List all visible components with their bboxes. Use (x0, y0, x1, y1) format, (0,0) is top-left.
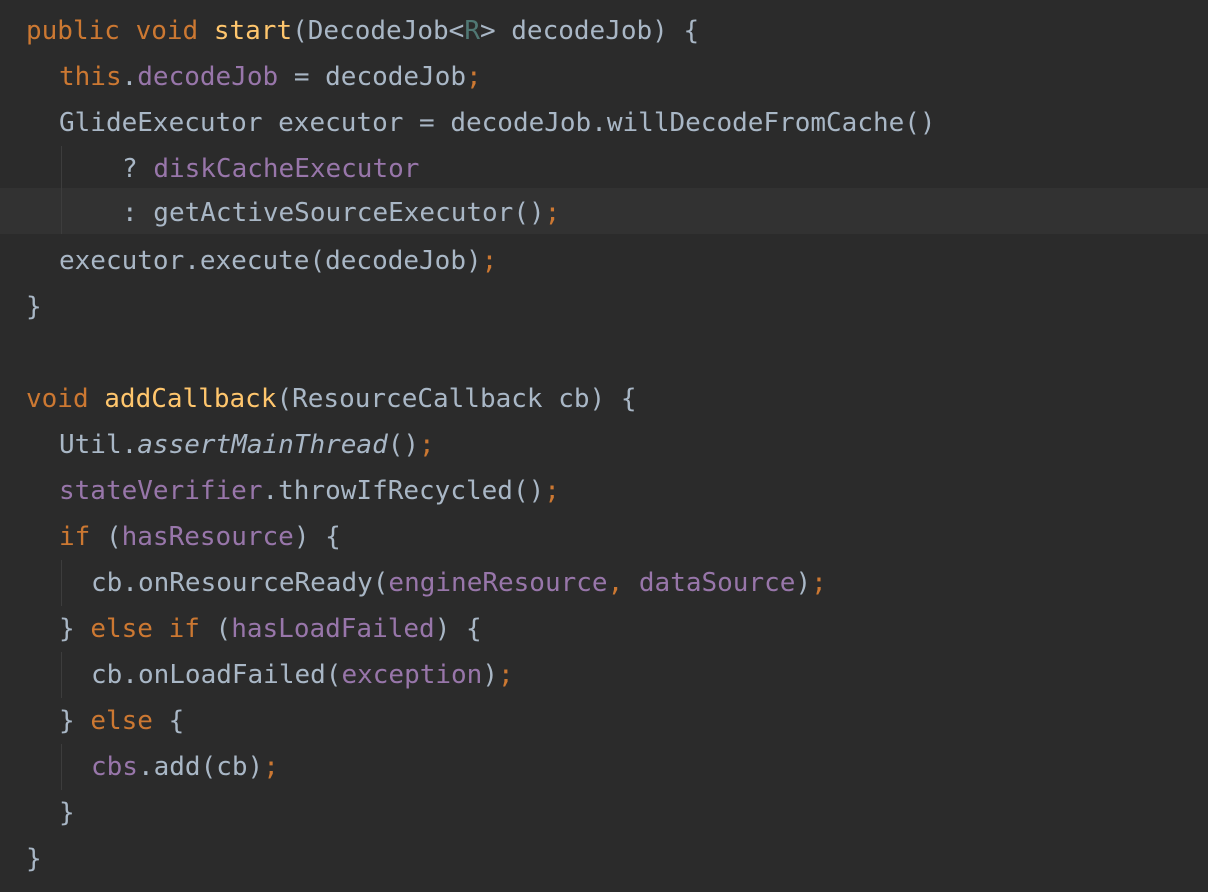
code-text: } (59, 798, 75, 828)
code-text: } else { (59, 706, 185, 736)
code-text: Util.assertMainThread(); (59, 430, 435, 460)
indent-guide (61, 146, 62, 192)
code-text: stateVerifier.throwIfRecycled(); (59, 476, 560, 506)
code-text: ? diskCacheExecutor (122, 154, 420, 184)
current-line-highlight: : getActiveSourceExecutor(); (0, 188, 1208, 234)
code-text: cbs.add(cb); (91, 752, 279, 782)
code-text: } (26, 844, 42, 874)
indent-guide (61, 560, 62, 606)
code-editor[interactable]: public void start(DecodeJob<R> decodeJob… (0, 0, 1208, 892)
code-text: void addCallback(ResourceCallback cb) { (26, 384, 637, 414)
code-line: } else if (hasLoadFailed) { (0, 606, 1208, 652)
code-text: } else if (hasLoadFailed) { (59, 614, 482, 644)
code-line: this.decodeJob = decodeJob; (0, 54, 1208, 100)
indent-guide (61, 652, 62, 698)
code-text: public void start(DecodeJob<R> decodeJob… (26, 16, 700, 46)
code-line: } (0, 790, 1208, 836)
indent-guide (61, 188, 62, 234)
code-line: } else { (0, 698, 1208, 744)
code-line: Util.assertMainThread(); (0, 422, 1208, 468)
code-line: cbs.add(cb); (0, 744, 1208, 790)
code-line: public void start(DecodeJob<R> decodeJob… (0, 8, 1208, 54)
indent-guide (61, 744, 62, 790)
code-text: executor.execute(decodeJob); (59, 246, 498, 276)
code-text: this.decodeJob = decodeJob; (59, 62, 482, 92)
code-line: stateVerifier.throwIfRecycled(); (0, 468, 1208, 514)
code-line: executor.execute(decodeJob); (0, 238, 1208, 284)
code-text: cb.onResourceReady(engineResource, dataS… (91, 568, 827, 598)
code-line: GlideExecutor executor = decodeJob.willD… (0, 100, 1208, 146)
code-line: void addCallback(ResourceCallback cb) { (0, 376, 1208, 422)
code-text: : getActiveSourceExecutor(); (122, 198, 561, 228)
code-text: if (hasResource) { (59, 522, 341, 552)
code-line: } (0, 836, 1208, 882)
code-line: if (hasResource) { (0, 514, 1208, 560)
code-text: GlideExecutor executor = decodeJob.willD… (59, 108, 936, 138)
code-text: } (26, 292, 42, 322)
code-line: ? diskCacheExecutor (0, 146, 1208, 192)
code-line: cb.onResourceReady(engineResource, dataS… (0, 560, 1208, 606)
code-line: } (0, 284, 1208, 330)
code-text: cb.onLoadFailed(exception); (91, 660, 514, 690)
code-line: cb.onLoadFailed(exception); (0, 652, 1208, 698)
